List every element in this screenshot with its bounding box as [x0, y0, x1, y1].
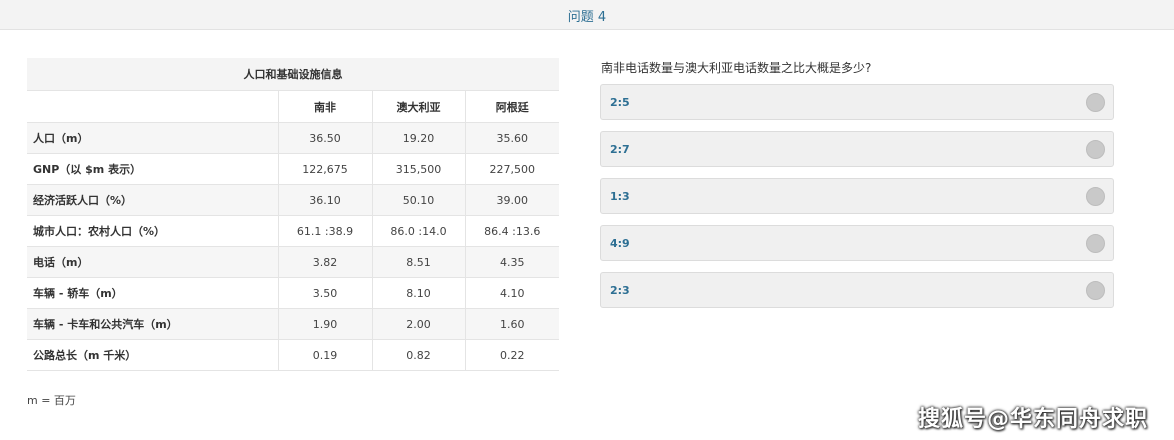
radio-button[interactable] — [1086, 140, 1105, 159]
answer-option-3[interactable]: 1:3 — [600, 178, 1114, 214]
table-cell: 8.51 — [371, 246, 465, 278]
table-cell: 19.20 — [371, 122, 465, 154]
table-cell: 122,675 — [277, 153, 372, 185]
answer-option-1[interactable]: 2:5 — [600, 84, 1114, 120]
infrastructure-table: 人口和基础设施信息 南非 澳大利亚 阿根廷 人口（m） 36.50 19.20 … — [27, 58, 559, 371]
header-empty-cell — [27, 90, 278, 123]
watermark-text: 搜狐号@华东同舟求职 — [918, 407, 1149, 432]
table-cell: 227,500 — [464, 153, 559, 185]
answer-option-4[interactable]: 4:9 — [600, 225, 1114, 261]
question-number-title: 问题 4 — [567, 10, 607, 25]
row-label: 车辆 - 卡车和公共汽车（m） — [27, 308, 278, 340]
table-cell: 4.35 — [464, 246, 559, 278]
table-row: 公路总长（m 千米） 0.19 0.82 0.22 — [27, 339, 559, 371]
table-cell: 39.00 — [464, 184, 559, 216]
table-cell: 50.10 — [371, 184, 465, 216]
option-label: 4:9 — [610, 237, 630, 250]
table-cell: 86.4 :13.6 — [464, 215, 559, 247]
table-title-row: 人口和基础设施信息 — [27, 58, 559, 91]
table-cell: 3.82 — [277, 246, 372, 278]
row-label: 车辆 - 轿车（m） — [27, 277, 278, 309]
radio-button[interactable] — [1086, 93, 1105, 112]
table-title: 人口和基础设施信息 — [27, 58, 559, 91]
table-cell: 61.1 :38.9 — [277, 215, 372, 247]
table-cell: 35.60 — [464, 122, 559, 154]
table-cell: 1.60 — [464, 308, 559, 340]
question-text: 南非电话数量与澳大利亚电话数量之比大概是多少? — [601, 61, 872, 75]
table-cell: 8.10 — [371, 277, 465, 309]
option-label: 2:7 — [610, 143, 630, 156]
table-header-row: 南非 澳大利亚 阿根廷 — [27, 90, 559, 123]
row-label: 公路总长（m 千米） — [27, 339, 278, 371]
table-row: 电话（m） 3.82 8.51 4.35 — [27, 246, 559, 278]
option-label: 2:5 — [610, 96, 630, 109]
option-label: 2:3 — [610, 284, 630, 297]
column-header: 澳大利亚 — [371, 90, 465, 123]
option-label: 1:3 — [610, 190, 630, 203]
column-header: 阿根廷 — [464, 90, 559, 123]
table-cell: 86.0 :14.0 — [371, 215, 465, 247]
table-cell: 36.50 — [277, 122, 372, 154]
row-label: 城市人口：农村人口（%） — [27, 215, 278, 247]
row-label: 人口（m） — [27, 122, 278, 154]
row-label: GNP（以 $m 表示） — [27, 153, 278, 185]
table-cell: 315,500 — [371, 153, 465, 185]
table-cell: 0.22 — [464, 339, 559, 371]
table-cell: 4.10 — [464, 277, 559, 309]
table-row: 车辆 - 卡车和公共汽车（m） 1.90 2.00 1.60 — [27, 308, 559, 340]
table-cell: 0.19 — [277, 339, 372, 371]
radio-button[interactable] — [1086, 187, 1105, 206]
answer-option-5[interactable]: 2:3 — [600, 272, 1114, 308]
row-label: 经济活跃人口（%） — [27, 184, 278, 216]
radio-button[interactable] — [1086, 234, 1105, 253]
answer-option-2[interactable]: 2:7 — [600, 131, 1114, 167]
table-row: 人口（m） 36.50 19.20 35.60 — [27, 122, 559, 154]
table-row: 车辆 - 轿车（m） 3.50 8.10 4.10 — [27, 277, 559, 309]
table-row: GNP（以 $m 表示） 122,675 315,500 227,500 — [27, 153, 559, 185]
radio-button[interactable] — [1086, 281, 1105, 300]
table-footnote: m = 百万 — [27, 394, 76, 407]
table-row: 经济活跃人口（%） 36.10 50.10 39.00 — [27, 184, 559, 216]
table-cell: 2.00 — [371, 308, 465, 340]
table-cell: 0.82 — [371, 339, 465, 371]
table-cell: 3.50 — [277, 277, 372, 309]
column-header: 南非 — [277, 90, 372, 123]
table-cell: 1.90 — [277, 308, 372, 340]
header-bar: 问题 4 — [0, 0, 1174, 30]
table-row: 城市人口：农村人口（%） 61.1 :38.9 86.0 :14.0 86.4 … — [27, 215, 559, 247]
row-label: 电话（m） — [27, 246, 278, 278]
table-cell: 36.10 — [277, 184, 372, 216]
